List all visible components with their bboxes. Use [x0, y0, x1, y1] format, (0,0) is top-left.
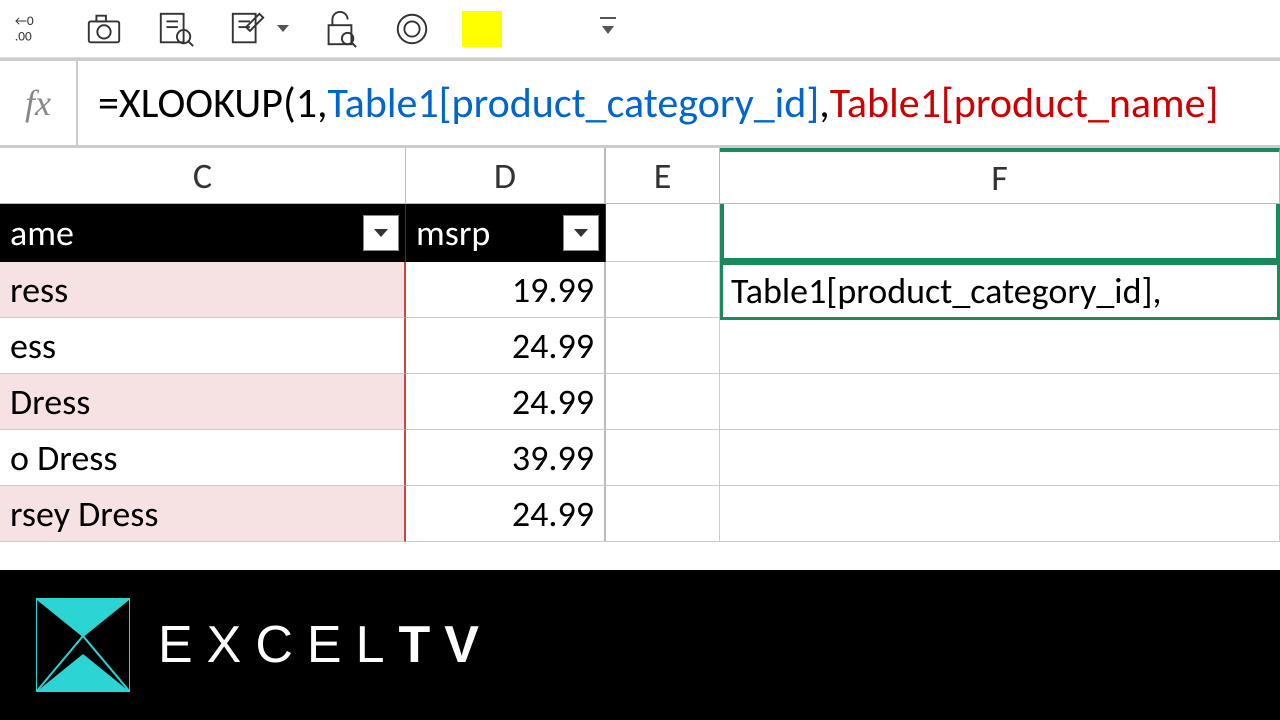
col-header-C[interactable]: C [0, 148, 406, 204]
table-header-row: ame msrp [0, 204, 606, 262]
svg-text:V: V [104, 639, 112, 653]
cell[interactable] [606, 262, 720, 318]
cell-product-name[interactable]: ress [0, 262, 406, 318]
header-label: ame [10, 211, 74, 255]
table-row: o Dress39.99 [0, 430, 1280, 486]
cell-product-name[interactable]: rsey Dress [0, 486, 406, 542]
filter-button[interactable] [563, 215, 599, 251]
exceltv-logo-icon: T V [36, 598, 130, 692]
overflow-menu-icon[interactable] [598, 9, 618, 49]
cell[interactable] [606, 430, 720, 486]
decrease-decimal-icon[interactable]: ←0.00 [10, 9, 54, 49]
worksheet: C D E F ame msrp ress19.99ess24.99Dress2… [0, 148, 1280, 542]
camera-icon[interactable] [82, 9, 126, 49]
table-row: Dress24.99 [0, 374, 1280, 430]
cell-product-name[interactable]: ess [0, 318, 406, 374]
cell-msrp[interactable]: 39.99 [406, 430, 606, 486]
svg-text:T: T [52, 639, 60, 653]
formula-text: 1 [296, 78, 317, 129]
record-icon[interactable] [390, 9, 434, 49]
cell-product-name[interactable]: o Dress [0, 430, 406, 486]
cell[interactable] [720, 318, 1280, 374]
find-sheet-icon[interactable] [154, 9, 198, 49]
cell[interactable] [606, 374, 720, 430]
cell[interactable] [606, 204, 720, 262]
formula-bar: fx =XLOOKUP(1,Table1[product_category_id… [0, 58, 1280, 148]
dropdown-arrow-icon[interactable] [276, 22, 290, 36]
brand-a: EXCEL [158, 616, 399, 674]
column-headers: C D E F [0, 148, 1280, 204]
fx-label[interactable]: fx [0, 61, 78, 145]
cell-msrp[interactable]: 24.99 [406, 374, 606, 430]
ribbon-toolbar: ←0.00 [0, 0, 1280, 58]
col-header-E[interactable]: E [606, 148, 720, 204]
edit-sheet-group [226, 9, 290, 49]
brand-b: TV [399, 616, 493, 674]
table-header-msrp: msrp [406, 204, 606, 262]
cell[interactable] [720, 486, 1280, 542]
formula-arg2: Table1[product_name] [830, 78, 1219, 129]
table-row: ess24.99 [0, 318, 1280, 374]
formula-input[interactable]: =XLOOKUP(1,Table1[product_category_id],T… [78, 61, 1280, 145]
formula-text: , [317, 78, 327, 129]
table-header-name: ame [0, 204, 406, 262]
cell[interactable] [720, 374, 1280, 430]
header-label: msrp [416, 211, 490, 255]
formula-text: , [819, 78, 829, 129]
table-row: rsey Dress24.99 [0, 486, 1280, 542]
col-header-F[interactable]: F [720, 148, 1280, 204]
svg-text:.00: .00 [15, 27, 32, 44]
cell-msrp[interactable]: 19.99 [406, 262, 606, 318]
video-footer: T V EXCELTV [0, 570, 1280, 720]
cell[interactable] [606, 486, 720, 542]
col-header-D[interactable]: D [406, 148, 606, 204]
fill-color-swatch[interactable] [462, 11, 502, 47]
cell[interactable] [720, 204, 1280, 262]
brand-text: EXCELTV [158, 615, 493, 675]
cell-msrp[interactable]: 24.99 [406, 318, 606, 374]
cell[interactable] [720, 430, 1280, 486]
cell-product-name[interactable]: Dress [0, 374, 406, 430]
formula-arg1: Table1[product_category_id] [327, 78, 819, 129]
formula-text: =XLOOKUP( [98, 78, 296, 129]
protect-sheet-icon[interactable] [318, 9, 362, 49]
cell-msrp[interactable]: 24.99 [406, 486, 606, 542]
active-cell-tooltip: Table1[product_category_id], [720, 262, 1280, 320]
edit-sheet-icon[interactable] [226, 9, 270, 49]
filter-button[interactable] [363, 215, 399, 251]
cell[interactable] [606, 318, 720, 374]
